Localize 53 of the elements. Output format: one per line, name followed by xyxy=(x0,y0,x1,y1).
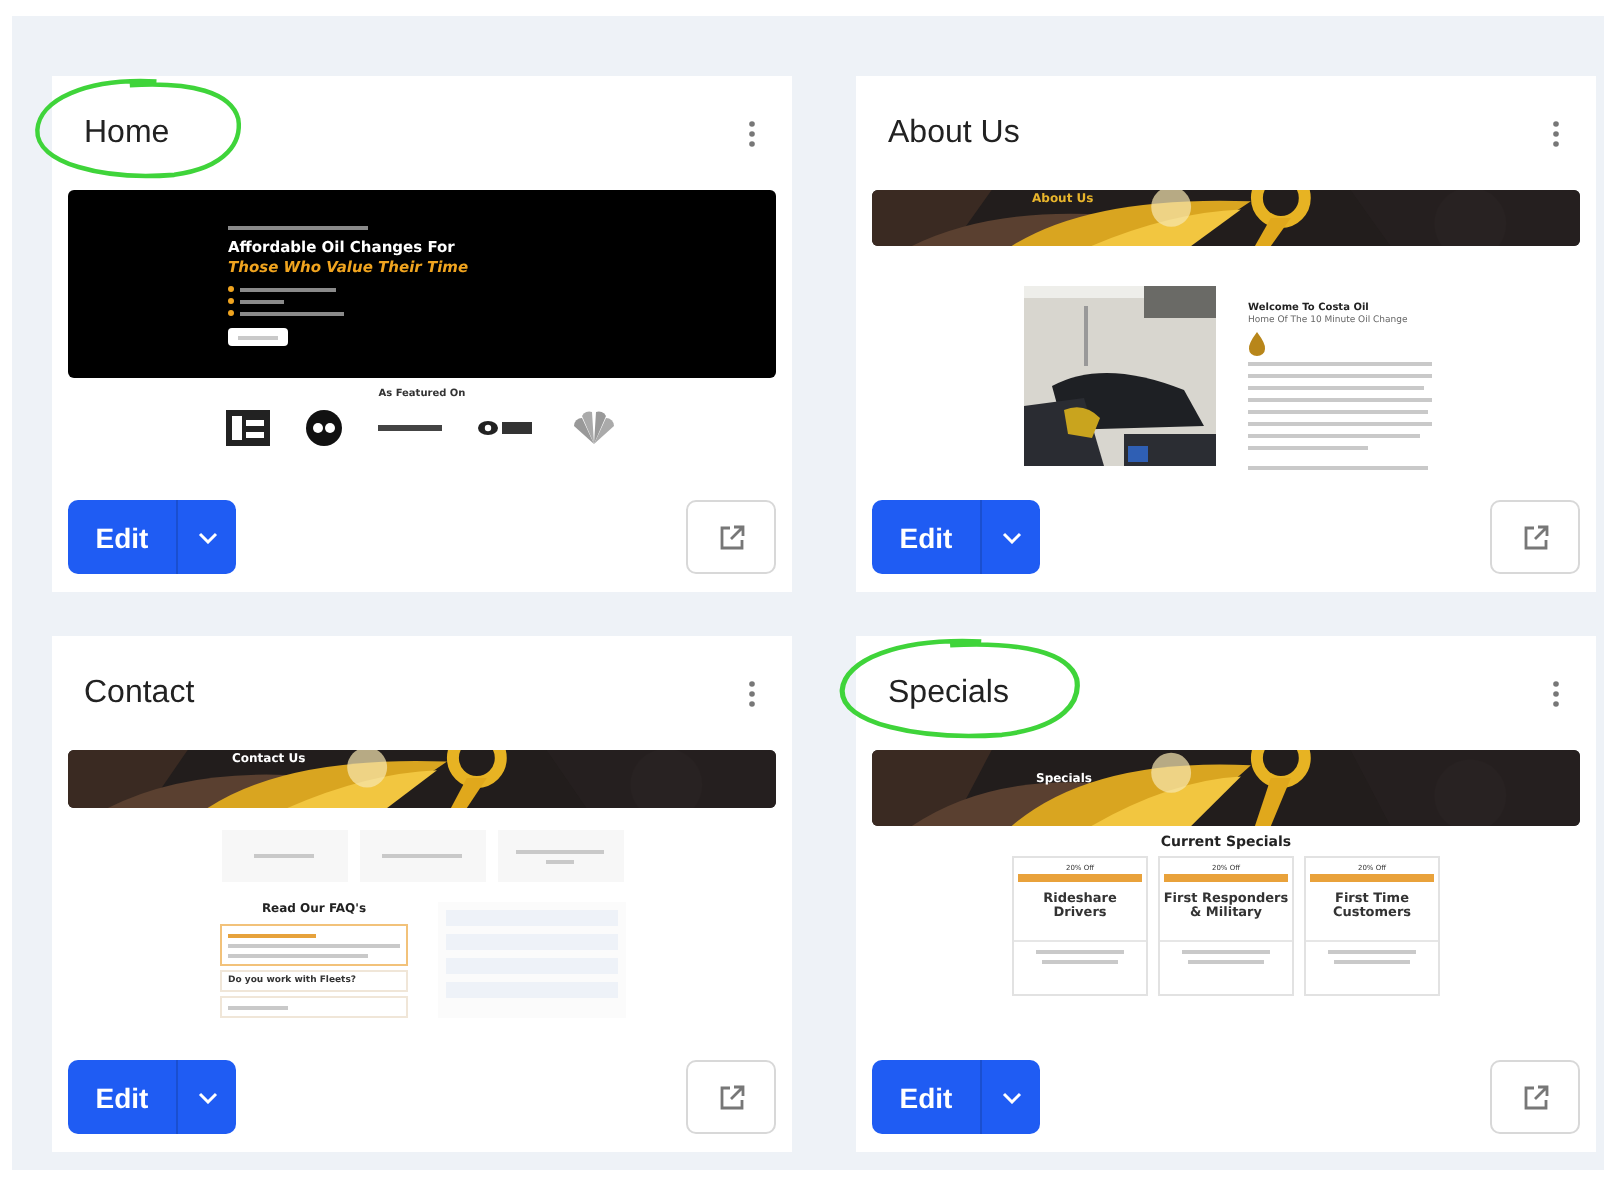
external-link-icon xyxy=(1521,523,1549,551)
call-button xyxy=(228,328,288,346)
open-page-button[interactable] xyxy=(686,1060,776,1134)
edit-button[interactable]: Edit xyxy=(872,1060,980,1134)
dropdown-button[interactable] xyxy=(980,1060,1040,1134)
more-options-icon[interactable] xyxy=(744,675,760,711)
external-link-icon xyxy=(1521,1083,1549,1111)
page-title: Contact xyxy=(84,675,195,709)
blurred-text-line xyxy=(240,287,336,291)
caret-icon xyxy=(197,531,217,543)
wordmark-logo-icon xyxy=(378,424,442,432)
more-options-icon[interactable] xyxy=(744,115,760,151)
blurred-text-line xyxy=(1334,959,1410,963)
edit-button[interactable]: Edit xyxy=(872,500,980,574)
caret-icon xyxy=(1001,531,1021,543)
blurred-text-line xyxy=(516,849,604,853)
peacock-icon xyxy=(570,410,618,446)
circle-logo-icon xyxy=(306,410,342,446)
dropdown-button[interactable] xyxy=(176,500,236,574)
caret-icon xyxy=(197,1091,217,1103)
blurred-text-line xyxy=(240,299,284,303)
caret-icon xyxy=(1001,1091,1021,1103)
blurred-text-line xyxy=(1188,959,1264,963)
blurred-text-line xyxy=(1248,445,1368,449)
blurred-text-line xyxy=(228,933,316,937)
blurred-text-line xyxy=(546,859,574,863)
blurred-text-line xyxy=(1328,949,1416,953)
blurred-text-line xyxy=(382,854,462,858)
blurred-text-line xyxy=(1182,949,1270,953)
edit-button[interactable]: Edit xyxy=(68,1060,176,1134)
dropdown-button[interactable] xyxy=(176,1060,236,1134)
open-page-button[interactable] xyxy=(1490,500,1580,574)
blurred-text-line xyxy=(1036,949,1124,953)
blurred-text-line xyxy=(228,225,368,229)
external-link-icon xyxy=(717,523,745,551)
open-page-button[interactable] xyxy=(1490,1060,1580,1134)
blurred-text-line xyxy=(1042,959,1118,963)
page-title: Specials xyxy=(888,675,1009,709)
open-page-button[interactable] xyxy=(686,500,776,574)
eye-logo-icon xyxy=(478,418,534,438)
blurred-text-line xyxy=(254,854,314,858)
page-title: About Us xyxy=(888,115,1020,149)
page-title: Home xyxy=(84,115,170,149)
more-options-icon[interactable] xyxy=(1548,675,1564,711)
square-logo-icon xyxy=(226,410,270,446)
blurred-text-line xyxy=(240,311,344,315)
more-options-icon[interactable] xyxy=(1548,115,1564,151)
blurred-text-line xyxy=(228,953,368,957)
dropdown-button[interactable] xyxy=(980,500,1040,574)
edit-button[interactable]: Edit xyxy=(68,500,176,574)
oil-drop-icon xyxy=(1248,332,1266,356)
blurred-text-line xyxy=(228,1005,288,1009)
external-link-icon xyxy=(717,1083,745,1111)
